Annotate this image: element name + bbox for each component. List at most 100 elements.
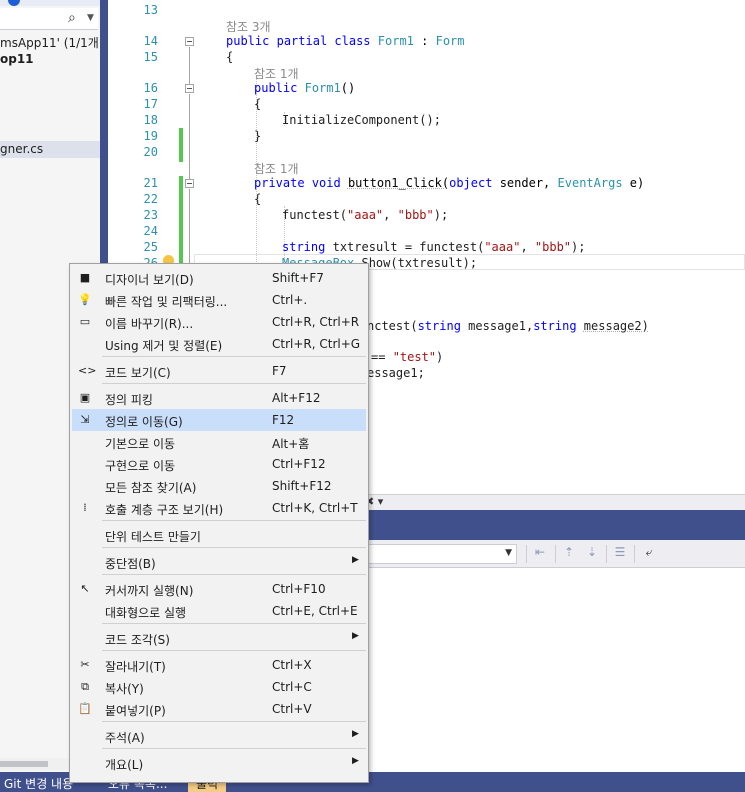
line-number: 16 bbox=[143, 81, 158, 95]
menu-item-label: 개요(L) bbox=[105, 758, 144, 772]
menu-item[interactable]: ▭ 이름 바꾸기(R)... Ctrl+R, Ctrl+R bbox=[72, 311, 366, 333]
menu-separator bbox=[102, 574, 366, 575]
line-number: 15 bbox=[143, 50, 158, 64]
code-line-if: == "test") bbox=[371, 350, 444, 364]
chevron-down-icon[interactable]: ▼ bbox=[505, 548, 512, 558]
menu-item-label: 잘라내기(T) bbox=[105, 660, 166, 674]
menu-item[interactable]: 📋 붙여넣기(P) Ctrl+V bbox=[72, 698, 366, 720]
fold-toggle-method[interactable] bbox=[185, 179, 194, 188]
menu-item-shortcut: Ctrl+R, Ctrl+R bbox=[272, 315, 360, 329]
find-message-icon[interactable]: ⇤ bbox=[531, 545, 549, 563]
editor-navbar[interactable]: ✖ ▾ bbox=[355, 494, 745, 510]
code-line-19: } bbox=[254, 129, 262, 143]
toolbar-separator bbox=[555, 545, 556, 563]
menu-item[interactable]: 대화형으로 실행 Ctrl+E, Ctrl+E bbox=[72, 600, 366, 622]
menu-item[interactable]: ⁞ 호출 계층 구조 보기(H) Ctrl+K, Ctrl+T bbox=[72, 497, 366, 519]
fold-toggle-ctor[interactable] bbox=[185, 84, 194, 93]
menu-item-label: 호출 계층 구조 보기(H) bbox=[105, 503, 224, 517]
peek-icon: ▣ bbox=[79, 391, 91, 404]
menu-item[interactable]: 구현으로 이동 Ctrl+F12 bbox=[72, 453, 366, 475]
paste-icon: 📋 bbox=[78, 702, 92, 715]
search-icon[interactable]: ⌕ bbox=[68, 10, 76, 26]
menu-separator bbox=[102, 623, 366, 624]
line-number: 25 bbox=[143, 240, 158, 254]
info-icon[interactable] bbox=[8, 0, 20, 6]
line-number: 13 bbox=[143, 3, 158, 17]
menu-item-shortcut: Ctrl+V bbox=[272, 702, 312, 716]
menu-item-shortcut: Ctrl+K, Ctrl+T bbox=[272, 501, 358, 515]
menu-item[interactable]: 주석(A) ▶ bbox=[72, 725, 366, 747]
menu-item-label: 대화형으로 실행 bbox=[105, 606, 187, 620]
menu-item[interactable]: ✂ 잘라내기(T) Ctrl+X bbox=[72, 654, 366, 676]
fold-guide bbox=[189, 189, 190, 269]
line-number: 18 bbox=[143, 113, 158, 127]
menu-item[interactable]: ⧉ 복사(Y) Ctrl+C bbox=[72, 676, 366, 698]
menu-item-shortcut: Ctrl+R, Ctrl+G bbox=[272, 337, 361, 351]
menu-item[interactable]: ↖ 커서까지 실행(N) Ctrl+F10 bbox=[72, 578, 366, 600]
code-line-16: public Form1() bbox=[254, 81, 356, 95]
menu-item-label: 디자이너 보기(D) bbox=[105, 273, 194, 287]
copy-icon: ⧉ bbox=[81, 680, 89, 693]
solution-node[interactable]: msApp11' (1/1개 프 bbox=[0, 34, 100, 51]
menu-item[interactable]: ⇲ 정의로 이동(G) F12 bbox=[72, 409, 366, 431]
fold-toggle-class[interactable] bbox=[185, 37, 194, 46]
menu-item[interactable]: 💡 빠른 작업 및 리팩터링... Ctrl+. bbox=[72, 289, 366, 311]
output-content[interactable] bbox=[355, 568, 745, 772]
word-wrap-icon[interactable]: ⤶ bbox=[640, 545, 658, 563]
menu-item[interactable]: 개요(L) ▶ bbox=[72, 752, 366, 774]
change-marker bbox=[179, 176, 183, 270]
menu-item[interactable]: 중단점(B) ▶ bbox=[72, 551, 366, 573]
context-menu: ■ 디자이너 보기(D) Shift+F7 💡 빠른 작업 및 리팩터링... Ctrl+… bbox=[69, 263, 369, 783]
menu-item-label: 빠른 작업 및 리팩터링... bbox=[105, 295, 228, 309]
change-marker bbox=[179, 128, 183, 162]
menu-separator bbox=[102, 721, 366, 722]
menu-item-label: 주석(A) bbox=[105, 731, 145, 745]
toolbar-separator bbox=[634, 545, 635, 563]
menu-separator bbox=[102, 520, 366, 521]
reference-count[interactable]: 참조 1개 bbox=[254, 160, 299, 177]
chevron-down-icon[interactable]: ▼ bbox=[87, 13, 94, 23]
output-source-select[interactable]: ▼ bbox=[367, 544, 517, 564]
menu-item[interactable]: 기본으로 이동 Alt+홈 bbox=[72, 431, 366, 453]
submenu-arrow-icon: ▶ bbox=[352, 729, 359, 739]
menu-item-label: 복사(Y) bbox=[105, 682, 144, 696]
menu-item-shortcut: Ctrl+E, Ctrl+E bbox=[272, 604, 358, 618]
menu-item-label: 정의 피킹 bbox=[105, 393, 153, 407]
menu-item[interactable]: ■ 디자이너 보기(D) Shift+F7 bbox=[72, 267, 366, 289]
submenu-arrow-icon: ▶ bbox=[352, 555, 359, 565]
menu-item[interactable]: 단위 테스트 만들기 bbox=[72, 524, 366, 546]
file-node-selected[interactable]: gner.cs bbox=[0, 141, 100, 158]
solution-explorer-header bbox=[0, 0, 100, 6]
reference-count[interactable]: 참조 3개 bbox=[226, 18, 271, 35]
project-node[interactable]: op11 bbox=[0, 52, 34, 66]
toolbar-separator bbox=[526, 545, 527, 563]
menu-item[interactable]: ▣ 정의 피킹 Alt+F12 bbox=[72, 387, 366, 409]
clear-all-icon[interactable]: ☰ bbox=[611, 545, 629, 563]
menu-item-shortcut: Ctrl+F10 bbox=[272, 582, 326, 596]
menu-item[interactable]: 코드 조각(S) ▶ bbox=[72, 627, 366, 649]
menu-item[interactable]: Using 제거 및 정렬(E) Ctrl+R, Ctrl+G bbox=[72, 333, 366, 355]
menu-item[interactable]: <> 코드 보기(C) F7 bbox=[72, 360, 366, 382]
menu-item-label: 커서까지 실행(N) bbox=[105, 584, 194, 598]
menu-item-label: 단위 테스트 만들기 bbox=[105, 530, 201, 544]
reference-count[interactable]: 참조 1개 bbox=[254, 65, 299, 82]
menu-item[interactable]: 모든 참조 찾기(A) Shift+F12 bbox=[72, 475, 366, 497]
fold-guide bbox=[189, 94, 190, 180]
code-line-21: private void button1_Click(object sender… bbox=[254, 176, 645, 190]
prev-message-icon[interactable]: ⇡ bbox=[560, 545, 578, 563]
line-number: 24 bbox=[143, 224, 158, 238]
menu-separator bbox=[102, 547, 366, 548]
scrollbar-thumb[interactable] bbox=[0, 761, 48, 767]
menu-item-shortcut: Ctrl+. bbox=[272, 293, 308, 307]
menu-separator bbox=[102, 748, 366, 749]
menu-item-shortcut: Shift+F7 bbox=[272, 271, 324, 285]
menu-item-shortcut: Alt+홈 bbox=[272, 437, 310, 451]
menu-item-label: 이름 바꾸기(R)... bbox=[105, 317, 194, 331]
line-number: 22 bbox=[143, 192, 158, 206]
solution-search[interactable]: ⌕ ▼ bbox=[0, 8, 98, 30]
run-to-cursor-icon: ↖ bbox=[80, 582, 90, 595]
menu-item-label: 중단점(B) bbox=[105, 557, 156, 571]
line-number: 20 bbox=[143, 145, 158, 159]
next-message-icon[interactable]: ⇣ bbox=[583, 545, 601, 563]
code-line-23: functest("aaa", "bbb"); bbox=[282, 208, 449, 222]
